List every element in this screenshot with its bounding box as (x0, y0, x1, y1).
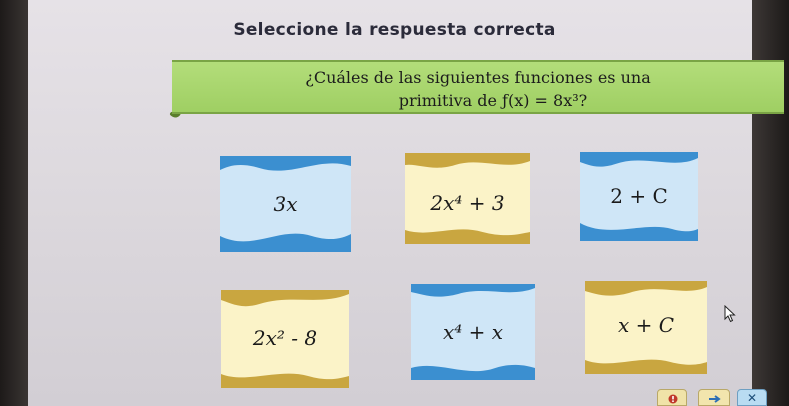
option-card-6[interactable]: x + C (585, 281, 707, 374)
wave-top-decoration (221, 290, 349, 307)
wave-bottom-decoration (405, 229, 530, 244)
mouse-pointer-icon (724, 305, 736, 323)
close-icon: ✕ (746, 391, 758, 405)
option-card-1[interactable]: 3x (220, 156, 351, 252)
option-label: 2x² - 8 (252, 326, 318, 350)
arrow-right-icon (709, 395, 721, 403)
option-label: x⁴ + x (442, 320, 504, 344)
wave-bottom-decoration (220, 233, 351, 252)
wave-top-decoration (580, 152, 698, 167)
option-card-5[interactable]: x⁴ + x (411, 284, 535, 380)
wave-bottom-decoration (580, 223, 698, 241)
wave-bottom-decoration (411, 364, 535, 380)
option-label: 3x (273, 192, 298, 216)
question-line-2: primitiva de ƒ(x) = 8x³? (398, 91, 588, 110)
wave-top-decoration (405, 153, 530, 168)
wave-bottom-decoration (585, 359, 707, 374)
wave-bottom-decoration (221, 373, 349, 388)
wave-top-decoration (585, 281, 707, 296)
help-icon (668, 394, 678, 404)
question-line-1: ¿Cuáles de las siguientes funciones es u… (305, 68, 651, 87)
option-label: 2x⁴ + 3 (430, 191, 505, 215)
screen-bezel-left (0, 0, 28, 406)
option-card-2[interactable]: 2x⁴ + 3 (405, 153, 530, 244)
option-label: 2 + C (610, 184, 668, 208)
help-button[interactable] (657, 389, 687, 406)
page-title: Seleccione la respuesta correcta (233, 20, 556, 40)
option-label: x + C (617, 313, 675, 337)
next-button[interactable] (698, 389, 730, 406)
option-card-3[interactable]: 2 + C (580, 152, 698, 241)
close-button[interactable]: ✕ (737, 389, 767, 406)
wave-top-decoration (220, 156, 351, 171)
option-card-4[interactable]: 2x² - 8 (221, 290, 349, 388)
wave-top-decoration (411, 284, 535, 297)
question-banner: ¿Cuáles de las siguientes funciones es u… (172, 60, 784, 114)
question-text: ¿Cuáles de las siguientes funciones es u… (172, 66, 784, 112)
